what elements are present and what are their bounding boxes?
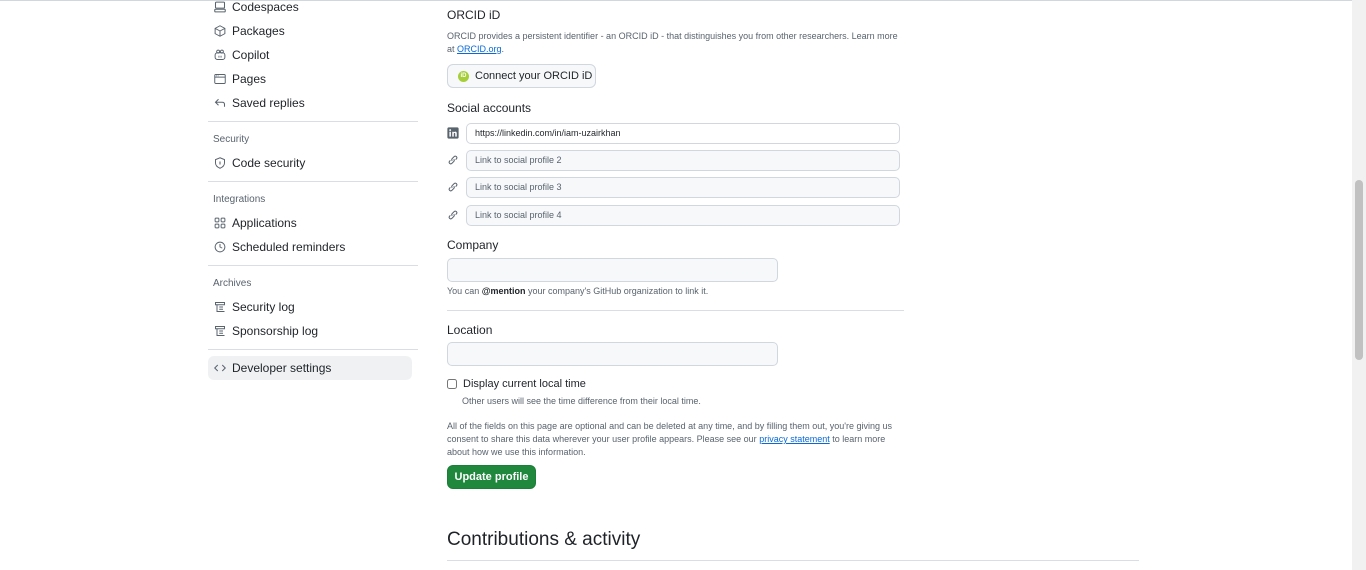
company-title: Company bbox=[447, 238, 499, 252]
social-link-4-input[interactable] bbox=[466, 204, 900, 226]
sidebar-item-label: Developer settings bbox=[232, 361, 332, 375]
sidebar-item-scheduled-reminders[interactable]: Scheduled reminders bbox=[208, 235, 412, 259]
social-link-1-input[interactable] bbox=[466, 122, 900, 144]
company-hint: You can @mention your company's GitHub o… bbox=[447, 285, 907, 298]
codespaces-icon bbox=[214, 1, 226, 13]
sidebar-item-label: Security log bbox=[232, 300, 295, 314]
location-input[interactable] bbox=[447, 342, 778, 366]
orcid-description: ORCID provides a persistent identifier -… bbox=[447, 30, 907, 56]
sidebar-item-label: Copilot bbox=[232, 48, 270, 62]
orcid-description-text: ORCID provides a persistent identifier -… bbox=[447, 31, 898, 54]
social-row-2 bbox=[447, 149, 900, 171]
sidebar-item-copilot[interactable]: Copilot bbox=[208, 43, 412, 67]
link-icon bbox=[447, 209, 459, 221]
location-title: Location bbox=[447, 323, 493, 337]
linkedin-icon bbox=[447, 127, 459, 139]
sidebar-item-saved-replies[interactable]: Saved replies bbox=[208, 91, 412, 115]
sidebar-item-label: Applications bbox=[232, 216, 297, 230]
browser-icon bbox=[214, 73, 226, 85]
sidebar-item-label: Packages bbox=[232, 24, 285, 38]
sidebar-item-pages[interactable]: Pages bbox=[208, 67, 412, 91]
sidebar-item-sponsorship-log[interactable]: Sponsorship log bbox=[208, 319, 412, 343]
company-hint-suffix: your company's GitHub organization to li… bbox=[525, 286, 709, 296]
sidebar-divider bbox=[208, 349, 418, 350]
sidebar-item-developer-settings[interactable]: Developer settings bbox=[208, 356, 412, 380]
code-icon bbox=[214, 362, 226, 374]
sidebar-item-label: Saved replies bbox=[232, 96, 305, 110]
sidebar-item-packages[interactable]: Packages bbox=[208, 19, 412, 43]
sidebar-heading-archives: Archives bbox=[213, 278, 252, 289]
social-row-3 bbox=[447, 176, 900, 198]
scrollbar-thumb[interactable] bbox=[1355, 180, 1363, 360]
social-accounts-title: Social accounts bbox=[447, 101, 532, 115]
update-profile-button[interactable]: Update profile bbox=[447, 465, 536, 489]
section-divider bbox=[447, 560, 1139, 561]
local-time-hint: Other users will see the time difference… bbox=[462, 396, 701, 406]
privacy-disclaimer: All of the fields on this page are optio… bbox=[447, 420, 902, 459]
shield-lock-icon bbox=[214, 157, 226, 169]
sidebar-divider bbox=[208, 265, 418, 266]
social-row-1 bbox=[447, 122, 900, 144]
company-hint-mention: @mention bbox=[481, 286, 526, 296]
social-link-3-input[interactable] bbox=[466, 176, 900, 198]
sidebar-heading-security: Security bbox=[213, 134, 250, 145]
sidebar-divider bbox=[208, 181, 418, 182]
sidebar-heading-integrations: Integrations bbox=[213, 194, 266, 205]
sidebar-item-label: Codespaces bbox=[232, 0, 299, 14]
connect-orcid-button[interactable]: iD Connect your ORCID iD bbox=[447, 64, 596, 88]
link-icon bbox=[447, 181, 459, 193]
privacy-statement-link[interactable]: privacy statement bbox=[759, 434, 830, 444]
log-icon bbox=[214, 325, 226, 337]
package-icon bbox=[214, 25, 226, 37]
copilot-icon bbox=[214, 49, 226, 61]
local-time-option[interactable]: Display current local time bbox=[447, 378, 586, 390]
page-scrollbar[interactable] bbox=[1352, 0, 1366, 570]
company-input[interactable] bbox=[447, 258, 778, 282]
form-divider bbox=[447, 310, 904, 311]
sidebar-item-label: Pages bbox=[232, 72, 267, 86]
sidebar-item-label: Scheduled reminders bbox=[232, 240, 346, 254]
clock-icon bbox=[214, 241, 226, 253]
sidebar-item-applications[interactable]: Applications bbox=[208, 211, 412, 235]
sidebar-item-code-security[interactable]: Code security bbox=[208, 151, 412, 175]
social-row-4 bbox=[447, 204, 900, 226]
link-icon bbox=[447, 154, 459, 166]
connect-orcid-label: Connect your ORCID iD bbox=[475, 70, 593, 82]
local-time-checkbox[interactable] bbox=[447, 379, 457, 389]
log-icon bbox=[214, 301, 226, 313]
company-hint-prefix: You can bbox=[447, 286, 482, 296]
reply-icon bbox=[214, 97, 226, 109]
sidebar-item-codespaces[interactable]: Codespaces bbox=[208, 0, 412, 19]
orcid-link-suffix: . bbox=[501, 44, 505, 54]
orcid-link[interactable]: ORCID.org bbox=[457, 44, 502, 54]
contributions-activity-heading: Contributions & activity bbox=[447, 529, 641, 550]
apps-icon bbox=[214, 217, 226, 229]
sidebar-divider bbox=[208, 121, 418, 122]
orcid-title: ORCID iD bbox=[447, 8, 501, 22]
top-border bbox=[0, 0, 1366, 1]
sidebar-item-label: Sponsorship log bbox=[232, 324, 319, 338]
local-time-label: Display current local time bbox=[463, 378, 586, 390]
sidebar-item-label: Code security bbox=[232, 156, 306, 170]
social-link-2-input[interactable] bbox=[466, 149, 900, 171]
orcid-logo-icon: iD bbox=[458, 70, 469, 82]
sidebar-item-security-log[interactable]: Security log bbox=[208, 295, 412, 319]
